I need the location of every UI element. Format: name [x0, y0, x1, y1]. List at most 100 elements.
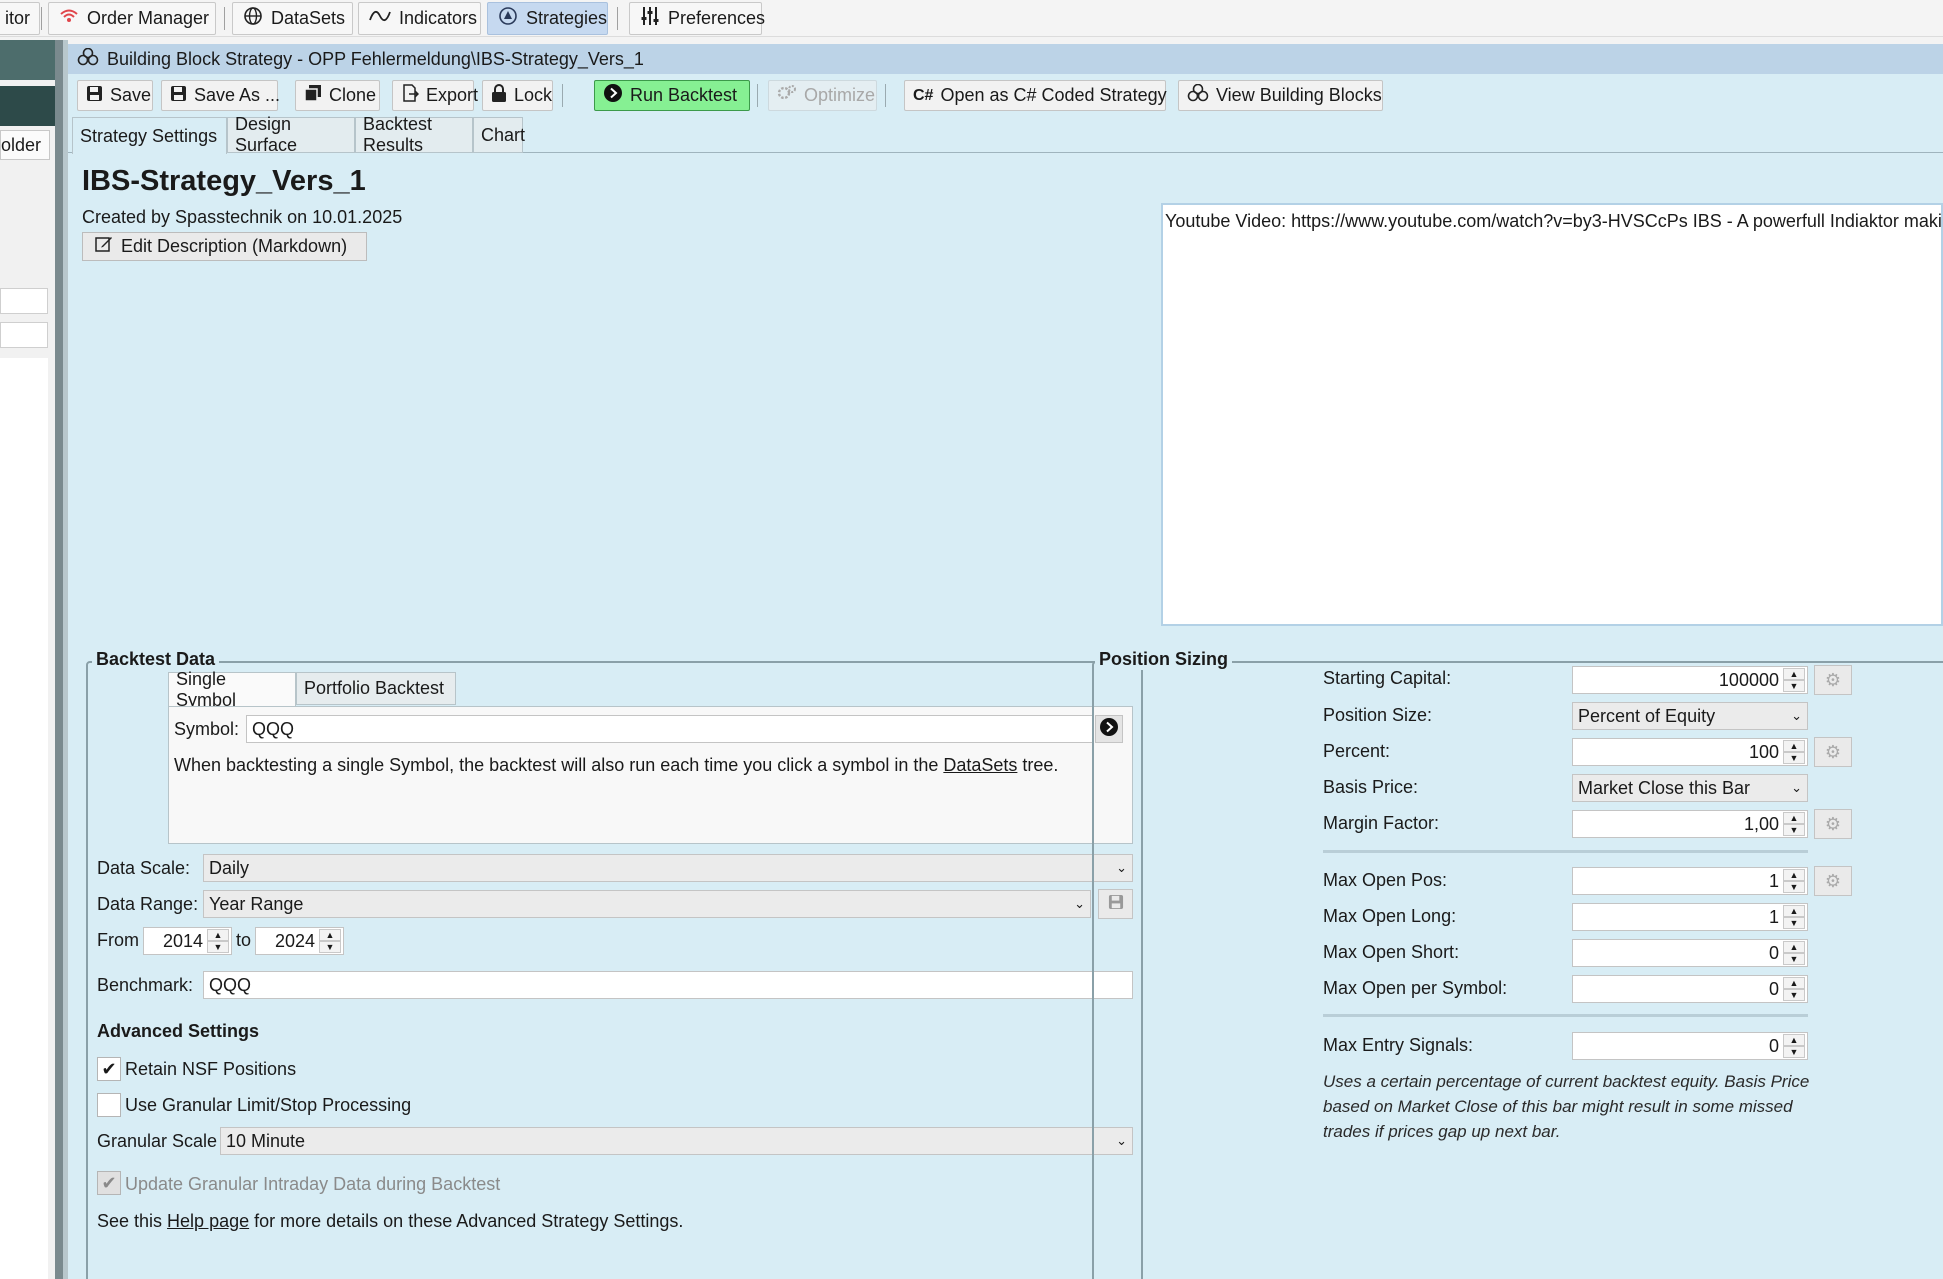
max-open-short-spinner[interactable]: ▲ ▼ [1783, 941, 1805, 965]
clone-button[interactable]: Clone [295, 80, 380, 111]
view-building-blocks-button[interactable]: View Building Blocks [1178, 80, 1383, 111]
margin-factor-input[interactable]: 1,00 ▲ ▼ [1572, 810, 1808, 838]
description-view[interactable]: Youtube Video: https://www.youtube.com/w… [1161, 203, 1943, 626]
spin-down-icon[interactable]: ▼ [1783, 917, 1805, 929]
margin-factor-spinner[interactable]: ▲ ▼ [1783, 812, 1805, 836]
max-entry-input[interactable]: 0 ▲ ▼ [1572, 1032, 1808, 1060]
run-backtest-button[interactable]: Run Backtest [594, 80, 750, 111]
spin-up-icon[interactable]: ▲ [1783, 941, 1805, 953]
data-range-value: Year Range [209, 893, 304, 914]
percent-optimize-button[interactable]: ⚙ [1814, 737, 1852, 767]
optimize-button[interactable]: Optimize [768, 80, 877, 111]
edit-icon [95, 235, 113, 258]
granular-processing-checkbox[interactable] [97, 1093, 121, 1117]
spin-down-icon[interactable]: ▼ [319, 941, 341, 953]
max-open-short-input[interactable]: 0 ▲ ▼ [1572, 939, 1808, 967]
spin-up-icon[interactable]: ▲ [1783, 905, 1805, 917]
max-open-pos-optimize-button[interactable]: ⚙ [1814, 866, 1852, 896]
datasets-link[interactable]: DataSets [943, 755, 1017, 775]
spin-up-icon[interactable]: ▲ [1783, 977, 1805, 989]
tab-design-surface[interactable]: Design Surface [227, 114, 355, 155]
spin-up-icon[interactable]: ▲ [1783, 668, 1805, 680]
to-year-spinner[interactable]: ▲ ▼ [319, 929, 341, 953]
percent-input[interactable]: 100 ▲ ▼ [1572, 738, 1808, 766]
strategies-button[interactable]: Strategies [487, 2, 608, 35]
toolbar-separator [617, 7, 618, 30]
spin-up-icon[interactable]: ▲ [1783, 869, 1805, 881]
chevron-down-icon: ⌄ [1074, 896, 1085, 911]
starting-capital-input[interactable]: 100000 ▲ ▼ [1572, 666, 1808, 694]
max-entry-spinner[interactable]: ▲ ▼ [1783, 1034, 1805, 1058]
preferences-button[interactable]: Preferences [629, 2, 766, 35]
spin-down-icon[interactable]: ▼ [207, 941, 229, 953]
tab-portfolio-backtest[interactable]: Portfolio Backtest [296, 672, 456, 705]
granular-scale-select[interactable]: 10 Minute ⌄ [220, 1127, 1133, 1155]
wifi-icon [59, 8, 79, 29]
spin-down-icon[interactable]: ▼ [1783, 953, 1805, 965]
order-manager-button[interactable]: Order Manager [48, 2, 216, 35]
starting-capital-optimize-button[interactable]: ⚙ [1814, 665, 1852, 695]
export-button[interactable]: Export [392, 80, 478, 111]
edit-description-button[interactable]: Edit Description (Markdown) [82, 232, 367, 261]
data-range-label: Data Range: [97, 894, 199, 914]
spin-down-icon[interactable]: ▼ [1783, 989, 1805, 1001]
left-panel-header [0, 40, 55, 80]
spin-up-icon[interactable]: ▲ [1783, 740, 1805, 752]
percent-spinner[interactable]: ▲ ▼ [1783, 740, 1805, 764]
tab-backtest-results[interactable]: Backtest Results [355, 114, 473, 155]
update-granular-checkbox[interactable]: ✔ [97, 1171, 121, 1195]
spin-down-icon[interactable]: ▼ [1783, 680, 1805, 692]
left-tree-list[interactable] [0, 358, 48, 1279]
left-input-1[interactable] [0, 288, 48, 314]
spin-up-icon[interactable]: ▲ [1783, 1034, 1805, 1046]
from-year-spinner[interactable]: ▲ ▼ [207, 929, 229, 953]
max-open-symbol-spinner[interactable]: ▲ ▼ [1783, 977, 1805, 1001]
starting-capital-spinner[interactable]: ▲ ▼ [1783, 668, 1805, 692]
monitor-button[interactable]: itor [0, 2, 40, 35]
spin-up-icon[interactable]: ▲ [319, 929, 341, 941]
to-year-input[interactable]: 2024 ▲ ▼ [255, 927, 344, 955]
indicators-button[interactable]: Indicators [358, 2, 481, 35]
panel-splitter[interactable] [55, 40, 63, 1279]
save-as-button[interactable]: Save As ... [161, 80, 280, 111]
retain-nsf-checkbox[interactable]: ✔ [97, 1057, 121, 1081]
help-page-link[interactable]: Help page [167, 1211, 249, 1231]
data-scale-select[interactable]: Daily ⌄ [203, 854, 1133, 882]
spin-down-icon[interactable]: ▼ [1783, 752, 1805, 764]
max-open-pos-label: Max Open Pos: [1323, 870, 1448, 890]
datasets-button[interactable]: DataSets [232, 2, 353, 35]
tab-strategy-settings[interactable]: Strategy Settings [72, 117, 227, 154]
max-open-long-spinner[interactable]: ▲ ▼ [1783, 905, 1805, 929]
tab-chart[interactable]: Chart [473, 117, 525, 153]
basis-price-select[interactable]: Market Close this Bar ⌄ [1572, 774, 1808, 802]
lock-button[interactable]: Lock [482, 80, 553, 111]
benchmark-input[interactable]: QQQ [203, 971, 1133, 999]
symbol-input[interactable]: QQQ [246, 715, 1094, 743]
tab-single-symbol[interactable]: Single Symbol [168, 669, 296, 710]
from-year-input[interactable]: 2014 ▲ ▼ [143, 927, 232, 955]
spin-down-icon[interactable]: ▼ [1783, 824, 1805, 836]
max-open-symbol-input[interactable]: 0 ▲ ▼ [1572, 975, 1808, 1003]
spin-down-icon[interactable]: ▼ [1783, 881, 1805, 893]
max-open-long-input[interactable]: 1 ▲ ▼ [1572, 903, 1808, 931]
starting-capital-label: Starting Capital: [1323, 668, 1452, 688]
folder-label: older [1, 135, 42, 155]
max-open-pos-input[interactable]: 1 ▲ ▼ [1572, 867, 1808, 895]
toolbar-separator [562, 84, 563, 107]
left-panel-band[interactable] [0, 86, 55, 126]
tab-label: Single Symbol [176, 668, 237, 710]
open-csharp-button[interactable]: C# Open as C# Coded Strategy [904, 80, 1167, 111]
margin-factor-optimize-button[interactable]: ⚙ [1814, 809, 1852, 839]
spin-up-icon[interactable]: ▲ [1783, 812, 1805, 824]
left-input-2[interactable] [0, 322, 48, 348]
folder-button[interactable]: older [0, 130, 50, 160]
benchmark-label: Benchmark: [97, 975, 194, 995]
preferences-label: Preferences [668, 8, 766, 28]
save-button[interactable]: Save [77, 80, 153, 111]
spin-down-icon[interactable]: ▼ [1783, 1046, 1805, 1058]
spin-up-icon[interactable]: ▲ [207, 929, 229, 941]
position-size-select[interactable]: Percent of Equity ⌄ [1572, 702, 1808, 730]
max-open-symbol-label: Max Open per Symbol: [1323, 978, 1508, 998]
data-range-select[interactable]: Year Range ⌄ [203, 890, 1091, 918]
max-open-pos-spinner[interactable]: ▲ ▼ [1783, 869, 1805, 893]
